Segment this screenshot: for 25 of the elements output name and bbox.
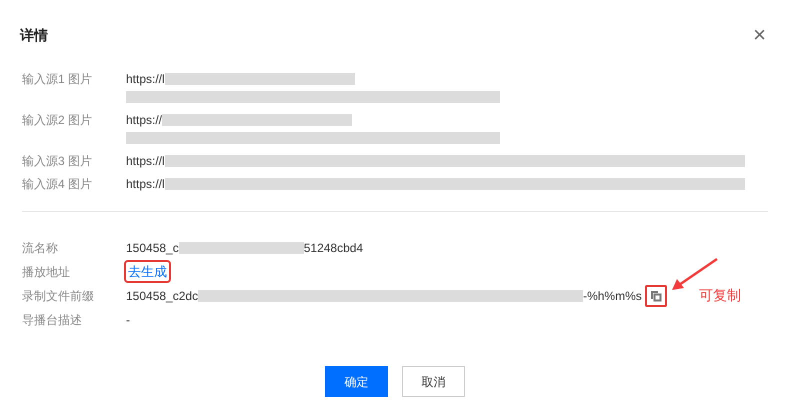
field-label: 输入源2 图片: [22, 112, 94, 129]
close-button[interactable]: ×: [753, 24, 766, 46]
generate-link[interactable]: 去生成: [126, 262, 169, 282]
field-value: -%h%m%s: [583, 288, 642, 304]
copy-icon: [650, 290, 662, 302]
confirm-button[interactable]: 确定: [325, 366, 388, 397]
field-value: -: [126, 312, 130, 328]
url-text: https://l: [126, 71, 165, 88]
copy-button[interactable]: [644, 284, 667, 306]
field-label: 输入源4 图片: [22, 176, 94, 193]
field-label: 导播台描述: [22, 312, 83, 328]
field-label: 流名称: [22, 240, 59, 256]
field-value: 51248cbd4: [304, 240, 364, 256]
field-value: 150458_c: [126, 240, 179, 256]
dialog-title: 详情: [20, 26, 48, 44]
field-value: 150458_c2dc: [126, 288, 198, 304]
field-label: 播放地址: [22, 264, 71, 280]
field-label: 输入源1 图片: [22, 71, 94, 88]
url-text: https://l: [126, 176, 165, 193]
url-text: https://l: [126, 153, 165, 170]
field-label: 录制文件前缀: [22, 288, 95, 304]
annotation-text: 可复制: [698, 286, 741, 305]
field-label: 输入源3 图片: [22, 153, 94, 170]
cancel-button[interactable]: 取消: [402, 366, 465, 397]
url-text: https://: [126, 112, 162, 129]
